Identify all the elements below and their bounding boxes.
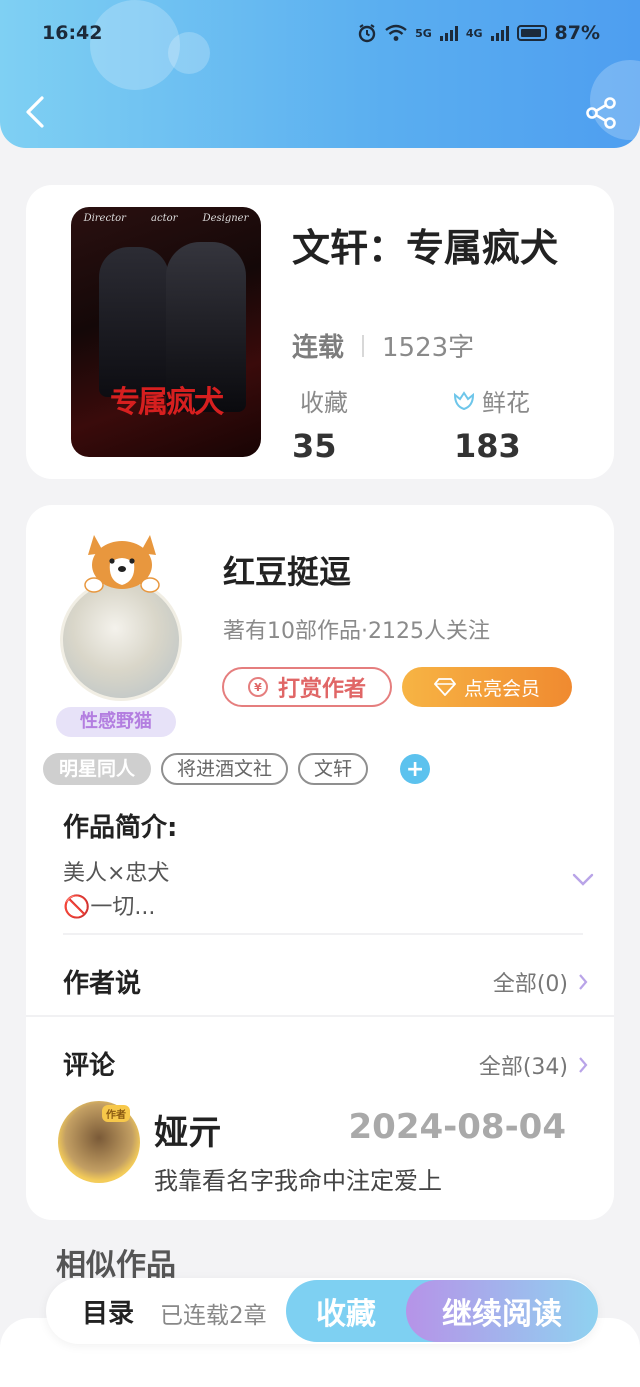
author-badge: 作者 bbox=[102, 1105, 130, 1122]
flower-icon bbox=[453, 390, 475, 410]
book-title: 文轩：专属疯犬 bbox=[292, 226, 559, 270]
signal-icon bbox=[490, 25, 509, 41]
tag-item[interactable]: 文轩 bbox=[298, 753, 369, 785]
cover-title: 专属疯犬 bbox=[110, 385, 224, 420]
wifi-icon bbox=[385, 24, 407, 41]
tag-item[interactable]: 明星同人 bbox=[43, 753, 152, 785]
activate-vip-button[interactable]: 点亮会员 bbox=[402, 667, 572, 707]
header-bar: 16:42 5G 4G 87% bbox=[0, 0, 640, 148]
stat-favorites-label: 收藏 bbox=[300, 389, 348, 417]
expand-chevron-icon[interactable] bbox=[572, 873, 594, 887]
cover-credits: Director actor Designer bbox=[83, 213, 249, 224]
signal-icon bbox=[439, 25, 458, 41]
comment-text[interactable]: 我靠看名字我命中注定爱上 bbox=[154, 1161, 442, 1196]
back-button[interactable] bbox=[20, 92, 50, 132]
tag-list: 明星同人 将进酒文社 文轩 + bbox=[43, 753, 431, 785]
author-name[interactable]: 红豆挺逗 bbox=[223, 547, 351, 593]
stat-flowers-value: 183 bbox=[454, 427, 521, 465]
author-says-title: 作者说 bbox=[63, 969, 142, 999]
reward-author-button[interactable]: ¥ 打赏作者 bbox=[222, 667, 392, 707]
comments-title: 评论 bbox=[63, 1051, 116, 1081]
diamond-icon bbox=[433, 678, 456, 696]
comment-date: 2024-08-04 bbox=[348, 1107, 566, 1147]
book-meta: 连载 1523字 bbox=[292, 327, 474, 364]
comments-all-link[interactable]: 全部(34) bbox=[479, 1049, 588, 1081]
author-avatar[interactable]: 性感野猫 bbox=[48, 517, 198, 737]
chapter-count: 已连载2章 bbox=[160, 1303, 267, 1329]
stat-favorites-value: 35 bbox=[292, 427, 337, 465]
continue-reading-button[interactable]: 继续阅读 bbox=[406, 1280, 598, 1342]
battery-percent: 87% bbox=[554, 22, 600, 44]
divider bbox=[26, 1015, 614, 1017]
word-count: 1523字 bbox=[382, 333, 475, 363]
stat-flowers-label: 鲜花 bbox=[452, 383, 530, 418]
add-tag-button[interactable]: + bbox=[400, 754, 431, 784]
chevron-right-icon bbox=[579, 974, 588, 990]
chevron-right-icon bbox=[579, 1057, 588, 1073]
intro-title: 作品简介: bbox=[63, 813, 178, 843]
share-button[interactable] bbox=[584, 96, 618, 130]
meta-divider bbox=[362, 334, 365, 357]
status-bar: 16:42 5G 4G 87% bbox=[0, 22, 640, 48]
tag-item[interactable]: 将进酒文社 bbox=[161, 753, 289, 785]
book-cover[interactable]: Director actor Designer 专属疯犬 bbox=[71, 207, 261, 457]
network-label-2: 4G bbox=[465, 26, 483, 40]
book-status: 连载 bbox=[292, 333, 345, 363]
avatar-photo bbox=[60, 579, 182, 701]
table-of-contents-button[interactable]: 目录 bbox=[82, 1293, 134, 1330]
battery-icon bbox=[516, 25, 547, 41]
cover-figure bbox=[99, 247, 169, 397]
yen-coin-icon: ¥ bbox=[247, 677, 268, 697]
alarm-icon bbox=[358, 24, 376, 43]
network-label-1: 5G bbox=[415, 26, 432, 40]
author-summary: 著有10部作品·2125人关注 bbox=[223, 619, 490, 644]
status-time: 16:42 bbox=[42, 22, 103, 44]
author-detail-card: 性感野猫 红豆挺逗 著有10部作品·2125人关注 ¥ 打赏作者 点亮会员 明星… bbox=[26, 505, 614, 1220]
commenter-name[interactable]: 娅亓 bbox=[154, 1105, 222, 1154]
author-says-all-link[interactable]: 全部(0) bbox=[493, 966, 588, 998]
intro-text[interactable]: 美人×忠犬 🚫一切... bbox=[63, 857, 169, 925]
divider bbox=[63, 933, 583, 935]
avatar-frame-tag: 性感野猫 bbox=[56, 707, 176, 737]
book-info-card: Director actor Designer 专属疯犬 文轩：专属疯犬 连载 … bbox=[26, 185, 614, 479]
corgi-frame-icon bbox=[84, 535, 160, 593]
